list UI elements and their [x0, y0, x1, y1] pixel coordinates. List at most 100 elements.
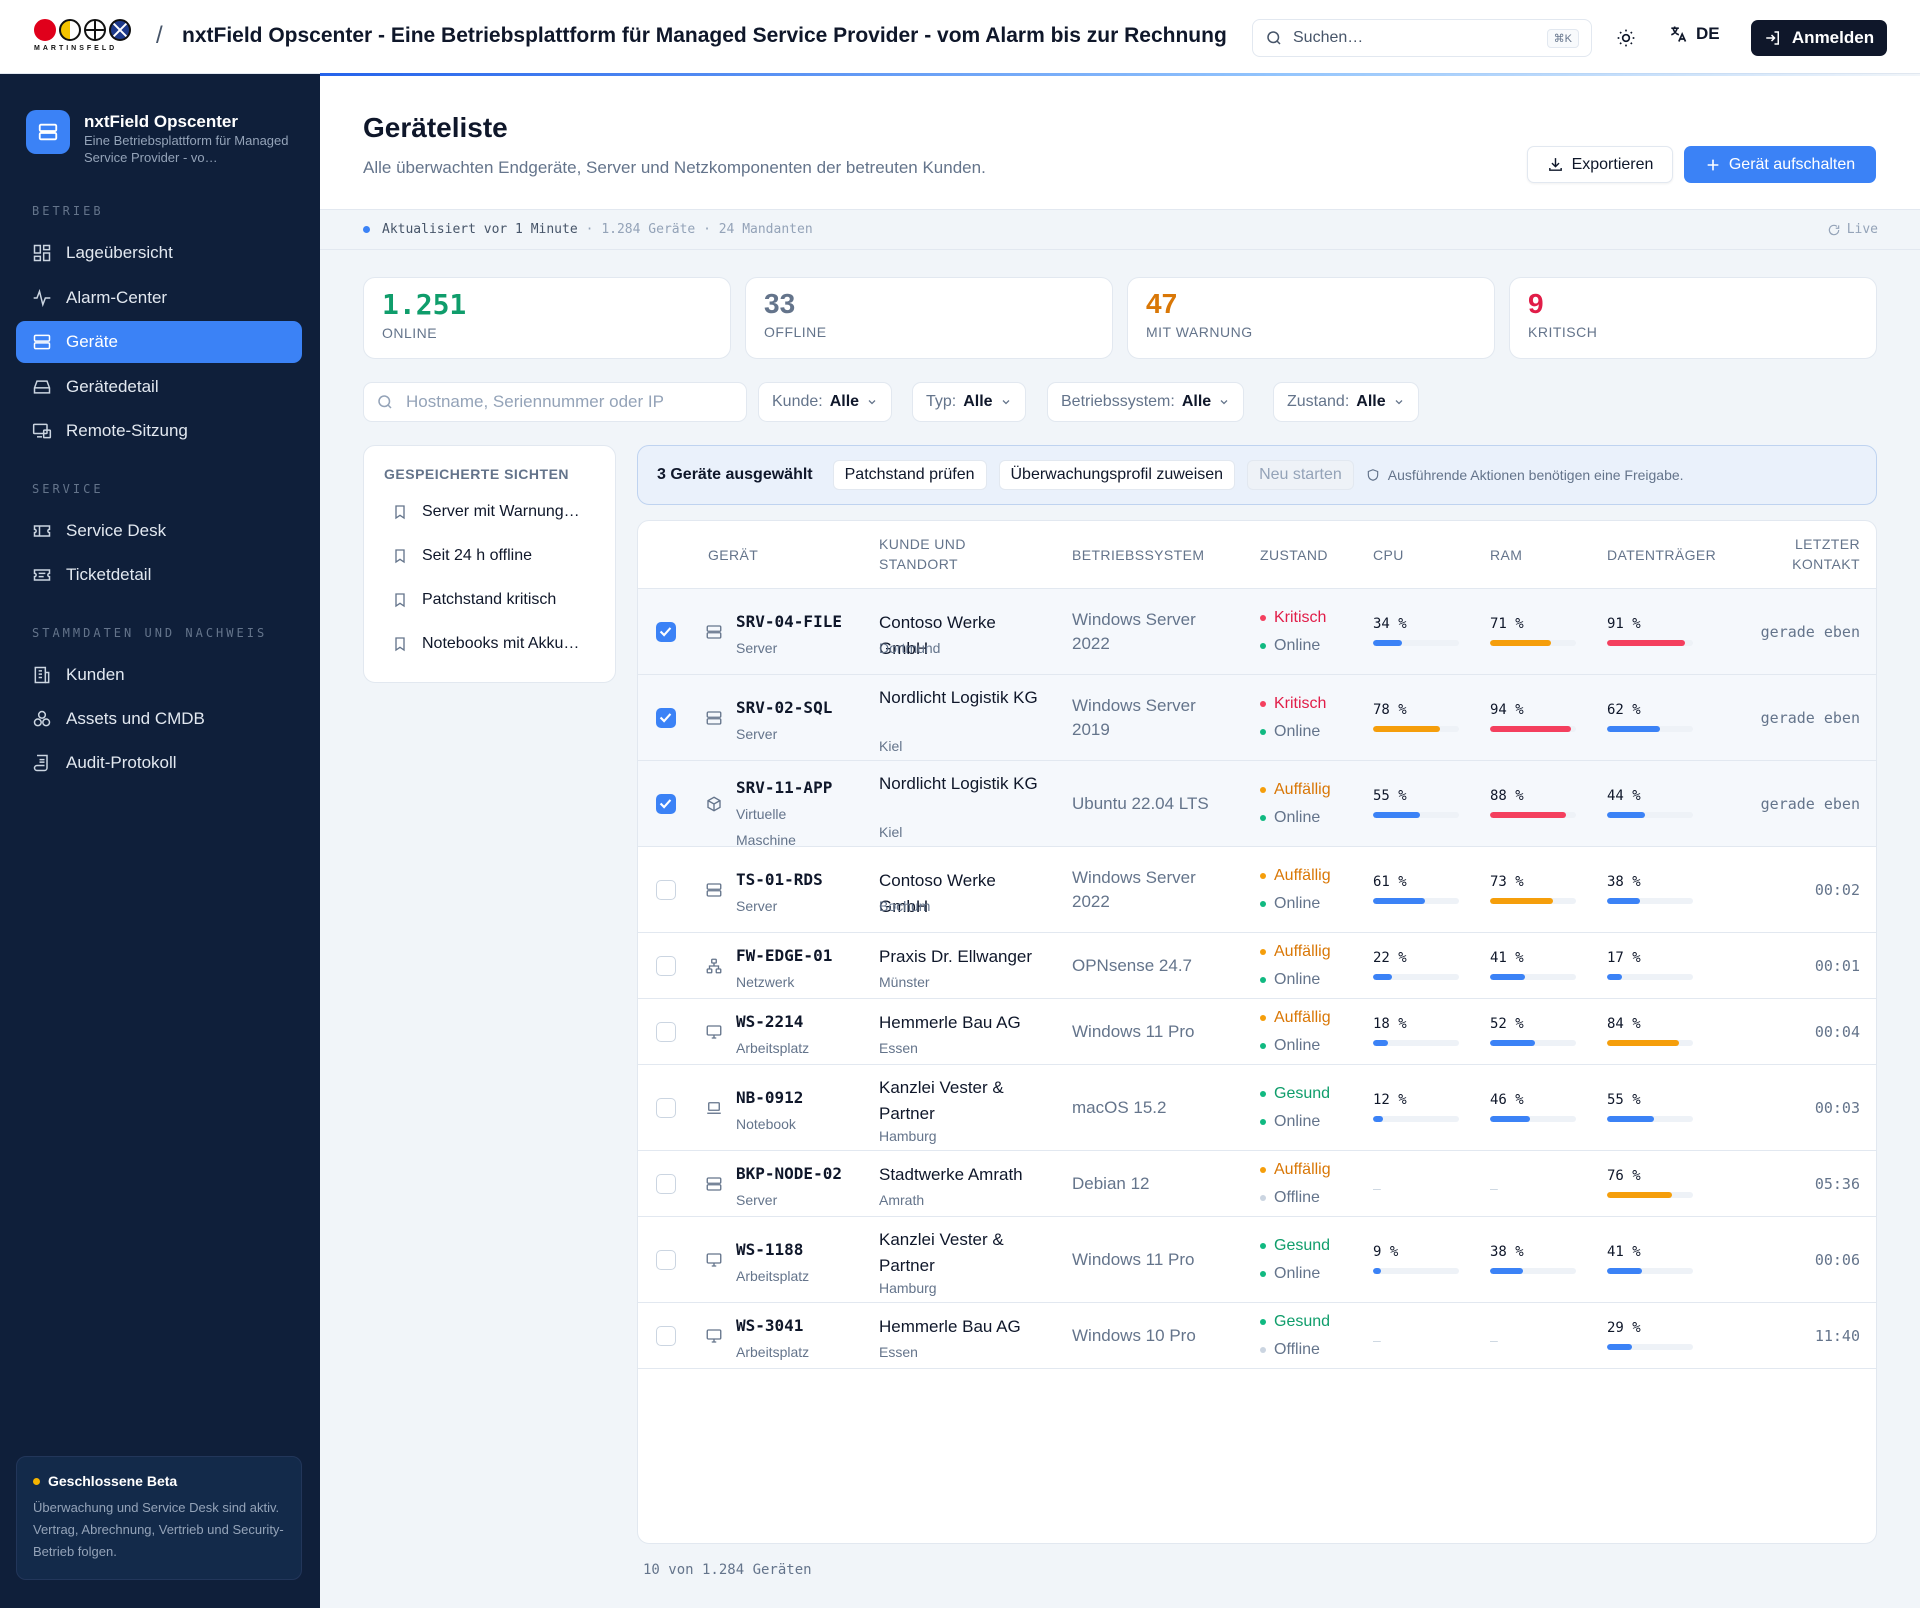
add-device-label: Gerät aufschalten — [1728, 155, 1856, 173]
add-device-button[interactable]: Gerät aufschalten — [1684, 146, 1876, 183]
col-cpu[interactable]: CPU — [1373, 545, 1404, 565]
device-hostname[interactable]: SRV-11-APP — [736, 778, 832, 797]
customer-name[interactable]: Stadtwerke Amrath — [879, 1162, 1049, 1188]
export-button[interactable]: Exportieren — [1527, 146, 1673, 183]
table-row[interactable]: SRV-02-SQL Server Nordlicht Logistik KG … — [638, 675, 1876, 761]
filter-typ[interactable]: Typ: Alle — [912, 382, 1026, 422]
col-ram[interactable]: RAM — [1490, 545, 1522, 565]
filter-kunde[interactable]: Kunde: Alle — [758, 382, 893, 422]
usage-bar-fill — [1373, 898, 1426, 904]
sidebar-item-kunden[interactable]: Kunden — [16, 654, 302, 696]
saved-view-item[interactable]: Server mit Warnung… — [392, 490, 595, 534]
kpi-offline[interactable]: 33 OFFLINE — [745, 277, 1113, 359]
metric-value: 88 % — [1490, 788, 1524, 804]
saved-view-item[interactable]: Notebooks mit Akku… — [392, 622, 595, 666]
sidebar-item-geraetedetail[interactable]: Gerätedetail — [16, 366, 302, 408]
customer-name[interactable]: Hemmerle Bau AG — [879, 1314, 1049, 1340]
table-row[interactable]: SRV-11-APP Virtuelle Maschine Nordlicht … — [638, 761, 1876, 848]
sidebar-item-ticketdetail[interactable]: Ticketdetail — [16, 554, 302, 596]
global-search[interactable]: Suchen… ⌘K — [1252, 19, 1592, 57]
row-checkbox[interactable] — [656, 1174, 676, 1194]
table-row[interactable]: BKP-NODE-02 Server Stadtwerke Amrath Amr… — [638, 1151, 1876, 1217]
sidebar-item-audit-protokoll[interactable]: Audit-Protokoll — [16, 742, 302, 784]
connection-dot — [1260, 977, 1266, 983]
health-status: Auffällig — [1274, 781, 1331, 798]
restart-button[interactable]: Neu starten — [1247, 460, 1354, 490]
filter-value: Alle — [1181, 393, 1212, 410]
chevron-down-icon — [1002, 400, 1010, 405]
table-row[interactable]: TS-01-RDS Server Contoso Werke GmbH Boch… — [638, 847, 1876, 933]
row-checkbox[interactable] — [656, 708, 676, 728]
filter-betriebssystem[interactable]: Betriebssystem: Alle — [1047, 382, 1245, 422]
row-checkbox[interactable] — [656, 1022, 676, 1042]
row-checkbox[interactable] — [656, 956, 676, 976]
device-hostname[interactable]: WS-3041 — [736, 1316, 803, 1335]
device-hostname[interactable]: SRV-04-FILE — [736, 612, 842, 631]
sidebar-brand[interactable]: nxtField Opscenter Eine Betriebsplattfor… — [26, 110, 294, 166]
table-row[interactable]: FW-EDGE-01 Netzwerk Praxis Dr. Ellwanger… — [638, 933, 1876, 999]
table-footer-count: 10 von 1.284 Geräten — [643, 1562, 812, 1578]
sidebar-item-lageuebersicht[interactable]: Lageübersicht — [16, 232, 302, 274]
row-checkbox[interactable] — [656, 1098, 676, 1118]
filter-zustand[interactable]: Zustand: Alle — [1273, 382, 1419, 422]
customer-name[interactable]: Kanzlei Vester & Partner — [879, 1075, 1049, 1127]
row-checkbox[interactable] — [656, 1326, 676, 1346]
sidebar-item-geraete[interactable]: Geräte — [16, 321, 302, 363]
device-hostname[interactable]: WS-1188 — [736, 1240, 803, 1259]
row-checkbox[interactable] — [656, 794, 676, 814]
martinsfeld-logo[interactable]: MARTINSFELD — [34, 19, 138, 57]
check-patch-button[interactable]: Patchstand prüfen — [832, 460, 987, 490]
saved-view-item[interactable]: Seit 24 h offline — [392, 534, 595, 578]
sidebar-item-service-desk[interactable]: Service Desk — [16, 510, 302, 552]
login-button[interactable]: Anmelden — [1751, 20, 1887, 56]
customer-name[interactable]: Nordlicht Logistik KG — [879, 771, 1049, 797]
usage-bar — [1607, 898, 1693, 904]
device-type: Server — [736, 640, 778, 656]
device-hostname[interactable]: WS-2214 — [736, 1012, 803, 1031]
kpi-warning[interactable]: 47 MIT WARNUNG — [1127, 277, 1495, 359]
usage-bar — [1373, 974, 1459, 980]
device-search-input[interactable]: Hostname, Seriennummer oder IP — [363, 382, 747, 422]
live-toggle[interactable]: Live — [1827, 222, 1878, 237]
device-hostname[interactable]: BKP-NODE-02 — [736, 1164, 842, 1183]
saved-view-item[interactable]: Patchstand kritisch — [392, 578, 595, 622]
device-hostname[interactable]: FW-EDGE-01 — [736, 946, 832, 965]
col-disk[interactable]: DATENTRÄGER — [1607, 545, 1716, 565]
customer-name[interactable]: Kanzlei Vester & Partner — [879, 1227, 1049, 1279]
health-dot — [1260, 949, 1266, 955]
usage-bar — [1490, 640, 1576, 646]
kpi-critical[interactable]: 9 KRITISCH — [1509, 277, 1877, 359]
metric-value: 34 % — [1373, 616, 1407, 632]
device-hostname[interactable]: SRV-02-SQL — [736, 698, 832, 717]
theme-toggle[interactable] — [1612, 24, 1640, 52]
language-switch[interactable]: DE — [1668, 24, 1720, 44]
usage-bar — [1490, 1268, 1576, 1274]
sidebar-item-assets-cmdb[interactable]: Assets und CMDB — [16, 698, 302, 740]
table-row[interactable]: SRV-04-FILE Server Contoso Werke GmbH Do… — [638, 589, 1876, 675]
col-os[interactable]: BETRIEBSSYSTEM — [1072, 545, 1204, 565]
table-row[interactable]: WS-2214 Arbeitsplatz Hemmerle Bau AG Ess… — [638, 999, 1876, 1065]
col-device[interactable]: GERÄT — [708, 545, 758, 565]
table-row[interactable]: WS-3041 Arbeitsplatz Hemmerle Bau AG Ess… — [638, 1303, 1876, 1369]
row-checkbox[interactable] — [656, 1250, 676, 1270]
col-last-contact[interactable]: LETZTER KONTAKT — [1780, 534, 1860, 574]
col-customer[interactable]: KUNDE UND STANDORT — [879, 534, 999, 574]
device-hostname[interactable]: NB-0912 — [736, 1088, 803, 1107]
table-row[interactable]: NB-0912 Notebook Kanzlei Vester & Partne… — [638, 1065, 1876, 1151]
saved-view-label: Patchstand kritisch — [422, 591, 557, 608]
customer-name[interactable]: Hemmerle Bau AG — [879, 1010, 1049, 1036]
assign-profile-button[interactable]: Überwachungsprofil zuweisen — [998, 460, 1236, 490]
col-state[interactable]: ZUSTAND — [1260, 545, 1328, 565]
customer-name[interactable]: Nordlicht Logistik KG — [879, 685, 1049, 711]
device-hostname[interactable]: TS-01-RDS — [736, 870, 823, 889]
table-row[interactable]: WS-1188 Arbeitsplatz Kanzlei Vester & Pa… — [638, 1217, 1876, 1303]
sidebar-item-alarm-center[interactable]: Alarm-Center — [16, 277, 302, 319]
row-checkbox[interactable] — [656, 880, 676, 900]
usage-bar — [1373, 812, 1459, 818]
device-type: Arbeitsplatz — [736, 1268, 810, 1284]
monitor-icon — [705, 1327, 723, 1350]
sidebar-item-remote-sitzung[interactable]: Remote-Sitzung — [16, 410, 302, 452]
customer-name[interactable]: Praxis Dr. Ellwanger — [879, 944, 1049, 970]
kpi-online[interactable]: 1.251 ONLINE — [363, 277, 731, 359]
row-checkbox[interactable] — [656, 622, 676, 642]
